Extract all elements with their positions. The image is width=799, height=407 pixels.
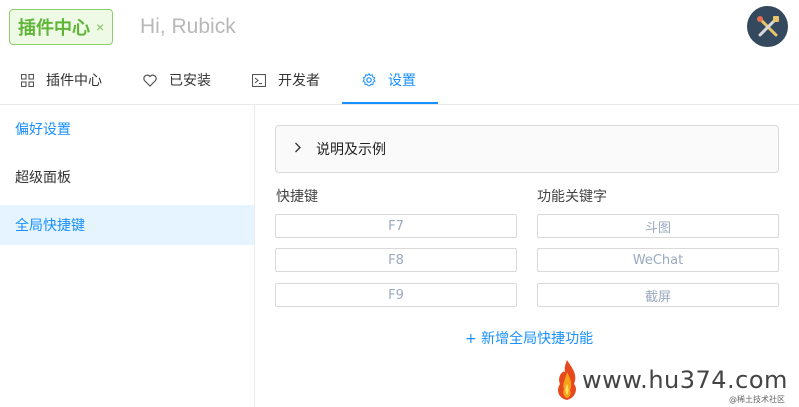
plugin-tag[interactable]: 插件中心 × [9, 9, 114, 45]
close-icon[interactable]: × [96, 19, 104, 35]
sidebar-item-label: 全局快捷键 [15, 218, 85, 234]
plugin-tag-label: 插件中心 [18, 18, 90, 39]
add-global-shortcut-button[interactable]: + 新增全局快捷功能 [465, 328, 593, 348]
instructions-collapse[interactable]: 说明及示例 [275, 125, 779, 173]
watermark-subtext: @稀土技术社区 [729, 395, 785, 404]
nav-tabs: 插件中心 已安装 开发者 设置 [0, 56, 799, 105]
sidebar-item-super-panel[interactable]: 超级面板 [0, 157, 254, 197]
keyword-input[interactable] [537, 248, 779, 272]
top-bar: 插件中心 × [0, 0, 799, 56]
tab-plugin-center[interactable]: 插件中心 [14, 56, 108, 104]
terminal-icon [252, 73, 266, 87]
tab-label: 设置 [388, 73, 416, 89]
tab-installed[interactable]: 已安装 [137, 56, 217, 104]
grid-icon [20, 73, 34, 87]
tools-icon [756, 15, 779, 36]
shortcut-column-header: 快捷键 [276, 189, 318, 205]
watermark-text: www.hu374.com [582, 366, 788, 394]
tab-label: 插件中心 [46, 73, 102, 89]
chevron-right-icon [294, 140, 302, 158]
search-input[interactable] [140, 12, 700, 42]
active-tab-indicator [342, 102, 438, 104]
shortcut-input[interactable] [275, 214, 517, 238]
collapse-label: 说明及示例 [316, 142, 386, 158]
sidebar-item-label: 偏好设置 [15, 122, 71, 138]
tab-label: 开发者 [278, 73, 320, 89]
tab-developer[interactable]: 开发者 [246, 56, 326, 104]
shortcut-input[interactable] [275, 283, 517, 307]
sidebar-item-label: 超级面板 [15, 170, 71, 186]
settings-sidebar: 偏好设置 超级面板 全局快捷键 [0, 105, 255, 407]
tab-settings[interactable]: 设置 [356, 56, 422, 104]
heart-icon [143, 73, 157, 87]
sidebar-item-preferences[interactable]: 偏好设置 [0, 109, 254, 149]
shortcut-input[interactable] [275, 248, 517, 272]
keyword-input[interactable] [537, 283, 779, 307]
sidebar-item-global-shortcuts[interactable]: 全局快捷键 [0, 205, 254, 245]
gear-icon [362, 73, 376, 87]
tab-label: 已安装 [169, 73, 211, 89]
avatar[interactable] [747, 6, 788, 47]
flame-logo-icon [558, 360, 576, 400]
watermark: www.hu374.com @稀土技术社区 [552, 352, 799, 407]
keyword-input[interactable] [537, 214, 779, 238]
keyword-column-header: 功能关键字 [537, 189, 607, 205]
